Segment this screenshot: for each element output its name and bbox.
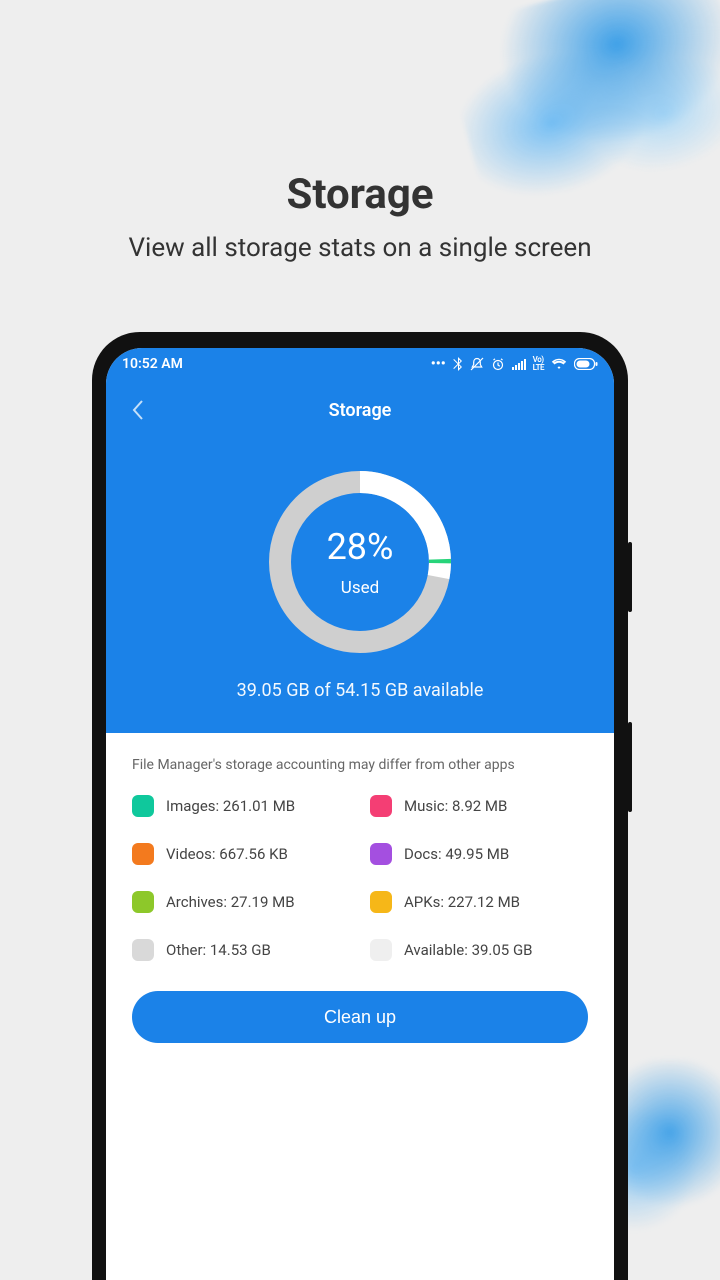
category-label: Other: 14.53 GB (166, 941, 271, 959)
usage-ring: 28% Used (266, 468, 454, 656)
swatch-music (370, 795, 392, 817)
category-archives[interactable]: Archives: 27.19 MB (132, 891, 350, 913)
category-label: Videos: 667.56 KB (166, 845, 288, 863)
accounting-note: File Manager's storage accounting may di… (132, 757, 588, 773)
swatch-available (370, 939, 392, 961)
details-panel: File Manager's storage accounting may di… (106, 733, 614, 1280)
back-button[interactable] (118, 390, 158, 430)
signal-icon (512, 358, 526, 370)
swatch-archives (132, 891, 154, 913)
category-docs[interactable]: Docs: 49.95 MB (370, 843, 588, 865)
category-available[interactable]: Available: 39.05 GB (370, 939, 588, 961)
phone-frame: 10:52 AM ••• Vo)LTE (92, 332, 628, 1280)
usage-label: Used (327, 578, 394, 598)
available-text: 39.05 GB of 54.15 GB available (237, 680, 484, 701)
swatch-docs (370, 843, 392, 865)
battery-icon (574, 358, 598, 370)
wifi-icon (551, 358, 567, 370)
promo-block: Storage View all storage stats on a sing… (0, 170, 720, 263)
category-label: Available: 39.05 GB (404, 941, 533, 959)
volte-icon: Vo)LTE (533, 356, 544, 372)
category-other[interactable]: Other: 14.53 GB (132, 939, 350, 961)
bluetooth-icon (453, 357, 463, 371)
swatch-apks (370, 891, 392, 913)
promo-title: Storage (0, 170, 720, 219)
category-music[interactable]: Music: 8.92 MB (370, 795, 588, 817)
silent-icon (470, 357, 484, 371)
screen-title: Storage (106, 400, 614, 421)
category-label: Archives: 27.19 MB (166, 893, 295, 911)
category-videos[interactable]: Videos: 667.56 KB (132, 843, 350, 865)
swatch-other (132, 939, 154, 961)
swatch-images (132, 795, 154, 817)
cleanup-button[interactable]: Clean up (132, 991, 588, 1043)
status-bar: 10:52 AM ••• Vo)LTE (106, 348, 614, 380)
category-label: Docs: 49.95 MB (404, 845, 509, 863)
app-header: Storage (106, 380, 614, 440)
phone-screen: 10:52 AM ••• Vo)LTE (106, 348, 614, 1280)
more-icon: ••• (431, 356, 446, 372)
status-time: 10:52 AM (122, 356, 183, 372)
category-label: APKs: 227.12 MB (404, 893, 520, 911)
category-label: Music: 8.92 MB (404, 797, 507, 815)
usage-panel: 28% Used 39.05 GB of 54.15 GB available (106, 440, 614, 733)
usage-percent: 28% (327, 526, 394, 568)
category-legend: Images: 261.01 MB Music: 8.92 MB Videos:… (132, 795, 588, 961)
category-apks[interactable]: APKs: 227.12 MB (370, 891, 588, 913)
promo-subtitle: View all storage stats on a single scree… (0, 233, 720, 263)
swatch-videos (132, 843, 154, 865)
category-label: Images: 261.01 MB (166, 797, 295, 815)
alarm-icon (491, 357, 505, 371)
category-images[interactable]: Images: 261.01 MB (132, 795, 350, 817)
